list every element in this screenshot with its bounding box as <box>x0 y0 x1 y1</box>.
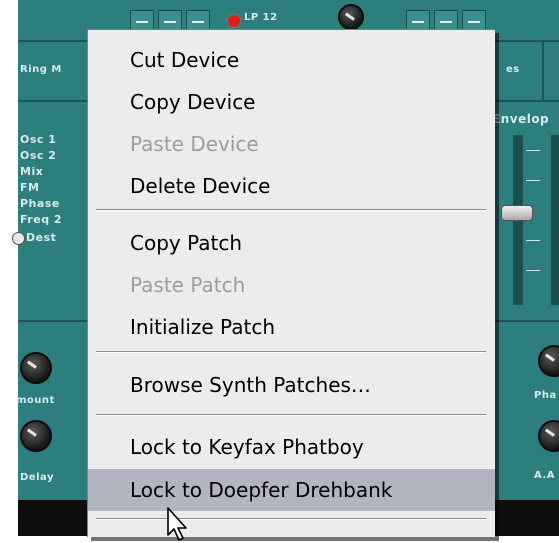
menu-separator <box>96 414 486 416</box>
routing-osc2[interactable]: Osc 2 <box>20 149 56 162</box>
menu-item-cut-device[interactable]: Cut Device <box>88 39 495 81</box>
menu-item-copy-device[interactable]: Copy Device <box>88 81 495 123</box>
device-context-menu: Cut Device Copy Device Paste Device Dele… <box>87 29 495 537</box>
routing-mix[interactable]: Mix <box>20 165 43 178</box>
aa-label: A.A <box>534 470 555 481</box>
arrow-pointer-icon <box>167 507 187 541</box>
phase-knob[interactable] <box>538 345 559 377</box>
routing-osc1[interactable]: Osc 1 <box>20 133 56 146</box>
panel-vdivider <box>542 40 544 100</box>
slider-tick <box>526 240 540 241</box>
envelope-section-label: Envelop <box>492 112 550 126</box>
slider-tick <box>526 180 540 181</box>
right-top-label: es <box>506 64 520 75</box>
routing-freq2[interactable]: Freq 2 <box>20 213 62 226</box>
menu-item-lock-doepfer-drehbank[interactable]: Lock to Doepfer Drehbank <box>88 469 495 511</box>
menu-item-initialize-patch[interactable]: Initialize Patch <box>88 306 495 348</box>
menu-item-paste-device[interactable]: Paste Device <box>88 123 495 165</box>
menu-item-lock-keyfax-phatboy[interactable]: Lock to Keyfax Phatboy <box>88 426 495 468</box>
envelope-slider-track-2 <box>551 135 559 305</box>
amount-knob[interactable] <box>20 352 52 384</box>
routing-fm[interactable]: FM <box>20 181 39 194</box>
menu-item-delete-device[interactable]: Delete Device <box>88 165 495 207</box>
menu-separator <box>96 209 486 211</box>
filter-led-icon <box>228 15 240 27</box>
menu-item-paste-patch[interactable]: Paste Patch <box>88 264 495 306</box>
delay-label: Delay <box>20 472 54 483</box>
slider-tick <box>526 270 540 271</box>
slider-tick <box>526 150 540 151</box>
menu-item-browse-synth-patches[interactable]: Browse Synth Patches… <box>88 364 495 406</box>
phase-label: Pha <box>534 390 557 401</box>
menu-item-copy-patch[interactable]: Copy Patch <box>88 222 495 264</box>
routing-phase[interactable]: Phase <box>20 197 60 210</box>
dest-selector-icon[interactable] <box>12 232 25 245</box>
menu-separator <box>96 351 486 353</box>
envelope-sustain-slider[interactable] <box>501 205 533 221</box>
amount-label: mount <box>16 395 55 406</box>
filter-mode-label: LP 12 <box>244 12 278 23</box>
menu-separator <box>96 518 486 520</box>
aa-knob[interactable] <box>538 420 559 452</box>
dest-label: Dest <box>26 231 57 244</box>
ring-mod-label: Ring M <box>20 64 62 75</box>
filter-knob[interactable] <box>338 4 364 30</box>
delay-knob[interactable] <box>20 420 52 452</box>
